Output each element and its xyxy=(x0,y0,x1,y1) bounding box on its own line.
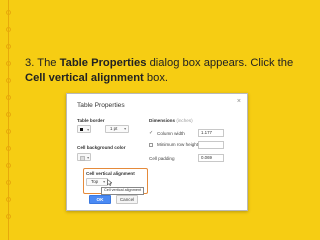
left-border-dots xyxy=(4,10,13,231)
chevron-down-icon: ▾ xyxy=(87,156,89,160)
mouse-cursor-icon xyxy=(107,179,112,186)
instruction-text: 3. The Table Properties dialog box appea… xyxy=(25,57,294,84)
cell-bg-label: Cell background color xyxy=(77,145,126,150)
table-properties-dialog: Table Properties × Table border ▾ 1 pt ▾… xyxy=(66,93,248,211)
cell-bg-color-button[interactable]: ▾ xyxy=(77,153,91,161)
checkmark-icon[interactable]: ✓ xyxy=(149,131,153,136)
chevron-down-icon: ▾ xyxy=(103,180,105,184)
cell-valign-label: Cell vertical alignment xyxy=(86,171,135,176)
dimensions-label: Dimensions (inches) xyxy=(149,118,193,123)
column-width-input[interactable]: 1.177 xyxy=(198,129,224,137)
close-icon[interactable]: × xyxy=(237,98,241,105)
tooltip: Cell vertical alignment xyxy=(101,187,145,195)
border-color-button[interactable]: ▾ xyxy=(77,125,91,133)
color-swatch-icon xyxy=(80,156,85,161)
cell-padding-label: Cell padding xyxy=(149,156,175,161)
min-row-height-checkbox[interactable] xyxy=(149,143,153,147)
border-width-select[interactable]: 1 pt ▾ xyxy=(105,125,129,133)
ok-button[interactable]: OK xyxy=(89,195,111,204)
border-width-value: 1 pt xyxy=(110,126,118,131)
dialog-title: Table Properties xyxy=(77,102,125,109)
column-width-label: Column width xyxy=(157,131,185,136)
valign-value: Top xyxy=(91,179,99,184)
chevron-down-icon: ▾ xyxy=(87,128,89,132)
color-swatch-icon xyxy=(80,128,83,131)
min-row-height-input[interactable] xyxy=(198,141,224,149)
table-border-label: Table border xyxy=(77,118,105,123)
chevron-down-icon: ▾ xyxy=(124,127,126,131)
cancel-button[interactable]: Cancel xyxy=(116,195,138,204)
cell-valign-select[interactable]: Top ▾ xyxy=(86,178,108,186)
min-row-height-label: Minimum row height xyxy=(157,142,199,147)
cell-padding-input[interactable]: 0.069 xyxy=(198,154,224,162)
